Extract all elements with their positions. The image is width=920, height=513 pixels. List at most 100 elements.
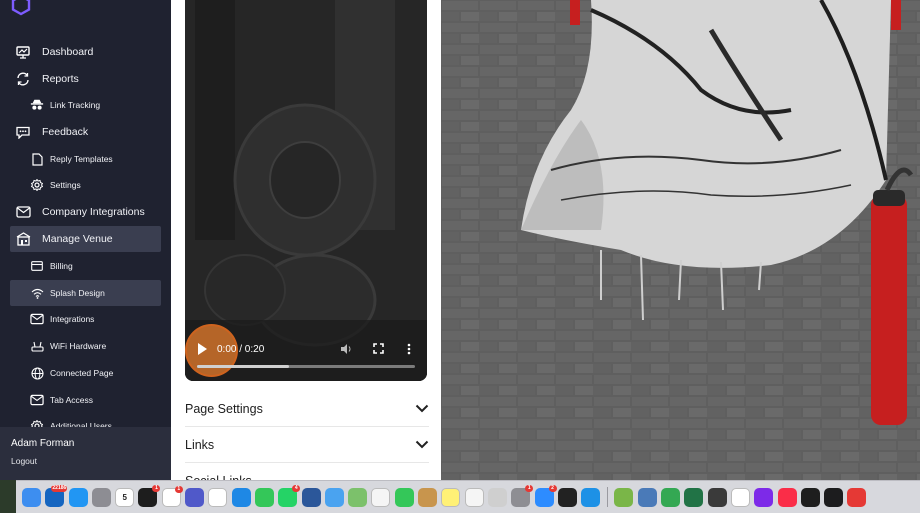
messages-icon[interactable] — [254, 487, 274, 507]
dock-apps: 22186 5 1 1 4 1 2 — [22, 484, 871, 510]
logout-link[interactable]: Logout — [11, 456, 37, 466]
app-store-icon[interactable] — [68, 487, 88, 507]
video-time: 0:00 / 0:20 — [217, 344, 265, 355]
card-icon — [30, 259, 44, 273]
mail-icon — [15, 204, 31, 220]
section-links[interactable]: Links — [185, 427, 429, 463]
sidebar-item-label: Splash Design — [50, 288, 105, 298]
quicktime-icon[interactable] — [824, 487, 844, 507]
system-settings-icon[interactable]: 1 — [511, 484, 534, 507]
sidebar-item-company-integrations[interactable]: Company Integrations — [10, 199, 161, 225]
sidebar-item-label: Link Tracking — [50, 100, 101, 110]
music-icon[interactable] — [777, 487, 797, 507]
photos-icon[interactable] — [371, 487, 391, 507]
maps-icon[interactable] — [348, 487, 368, 507]
chevron-down-icon — [415, 440, 429, 449]
section-title: Links — [185, 437, 215, 452]
venue-icon — [15, 231, 31, 247]
zoom-icon[interactable]: 2 — [534, 484, 557, 507]
sidebar-item-dashboard[interactable]: Dashboard — [10, 39, 161, 65]
screenshot-icon[interactable] — [487, 487, 507, 507]
safari-icon[interactable] — [231, 487, 251, 507]
notification-badge: 1 — [152, 484, 161, 492]
terminal-icon[interactable] — [800, 487, 820, 507]
launchpad-icon[interactable] — [91, 487, 111, 507]
slack-icon[interactable]: 1 — [161, 485, 183, 507]
chevron-down-icon — [415, 404, 429, 413]
mail-icon[interactable] — [324, 487, 344, 507]
excel-icon[interactable] — [684, 487, 704, 507]
sidebar-item-splash-design[interactable]: Splash Design — [10, 280, 161, 306]
todo-icon[interactable] — [847, 487, 867, 507]
sidebar-item-connected-page[interactable]: Connected Page — [10, 360, 161, 386]
volume-icon[interactable] — [340, 343, 352, 358]
sidebar-item-label: Tab Access — [50, 395, 93, 405]
dock-separator — [607, 487, 609, 507]
sidebar-item-settings[interactable]: Settings — [10, 172, 161, 198]
sidebar-item-manage-venue[interactable]: Manage Venue — [10, 226, 161, 252]
sidebar-item-label: Integrations — [50, 314, 95, 324]
sidebar-item-billing[interactable]: Billing — [10, 253, 161, 279]
calculator-icon[interactable] — [707, 487, 727, 507]
sidebar-item-tab-access[interactable]: Tab Access — [10, 387, 161, 413]
chat-icon — [15, 124, 31, 140]
docker-icon[interactable] — [581, 487, 601, 507]
mail-icon — [30, 393, 44, 407]
calendar-date: 5 — [122, 492, 127, 502]
document-icon — [30, 152, 44, 166]
sidebar-item-label: Reply Templates — [50, 154, 113, 164]
section-page-settings[interactable]: Page Settings — [185, 391, 429, 427]
notes-icon[interactable] — [441, 487, 461, 507]
sidebar-item-integrations[interactable]: Integrations — [10, 306, 161, 332]
router-icon — [30, 339, 44, 353]
spark-icon[interactable] — [557, 487, 577, 507]
brand-logo-icon[interactable] — [10, 0, 32, 16]
webex-icon[interactable] — [614, 487, 634, 507]
sidebar-item-label: Billing — [50, 261, 73, 271]
outlook-icon[interactable]: 22186 — [45, 484, 68, 507]
facetime-icon[interactable] — [394, 487, 414, 507]
video-frame — [185, 0, 427, 381]
jira-icon[interactable]: 1 — [138, 484, 161, 507]
macos-dock: 22186 5 1 1 4 1 2 — [16, 480, 920, 513]
video-progress-fill — [197, 365, 289, 368]
video-progress-bar[interactable] — [197, 365, 415, 368]
play-icon[interactable] — [197, 343, 207, 358]
video-player[interactable]: 0:00 / 0:20 — [185, 0, 427, 381]
graffiti-wall-image — [441, 0, 920, 480]
teams-icon[interactable] — [185, 487, 205, 507]
notes-brown-icon[interactable] — [418, 487, 438, 507]
reminders-icon[interactable] — [464, 487, 484, 507]
sidebar-item-label: Feedback — [42, 126, 89, 138]
word-icon[interactable] — [301, 487, 321, 507]
sidebar: Dashboard Reports Link Tracking Feedback Rep… — [0, 0, 171, 480]
user-name: Adam Forman — [11, 438, 75, 449]
mail-icon — [30, 312, 44, 326]
calendar-icon[interactable]: 5 — [115, 487, 135, 507]
sidebar-item-reply-templates[interactable]: Reply Templates — [10, 146, 161, 172]
sidebar-item-label: Dashboard — [42, 46, 94, 58]
chrome-icon[interactable] — [208, 487, 228, 507]
sidebar-item-link-tracking[interactable]: Link Tracking — [10, 92, 161, 118]
splash-preview-image — [441, 0, 920, 480]
sidebar-item-label: WiFi Hardware — [50, 341, 107, 351]
fullscreen-icon[interactable] — [373, 343, 384, 357]
sidebar-item-label: Connected Page — [50, 368, 114, 378]
whatsapp-icon[interactable]: 4 — [278, 484, 301, 507]
globe-icon — [30, 366, 44, 380]
sidebar-item-label: Reports — [42, 73, 79, 85]
preview-icon[interactable] — [637, 487, 657, 507]
notification-badge: 1 — [525, 484, 534, 492]
finder-icon[interactable] — [22, 487, 41, 507]
editor-panel: 0:00 / 0:20 Page Settings Links — [171, 0, 441, 488]
numbers-icon[interactable] — [661, 487, 681, 507]
sidebar-item-reports[interactable]: Reports — [10, 66, 161, 92]
more-options-icon[interactable] — [407, 343, 411, 358]
sidebar-item-wifi-hardware[interactable]: WiFi Hardware — [10, 333, 161, 359]
sidebar-item-feedback[interactable]: Feedback — [10, 119, 161, 145]
desktop-background — [0, 480, 16, 513]
canva-icon[interactable] — [754, 487, 774, 507]
vectornator-icon[interactable] — [730, 487, 750, 507]
sidebar-item-label: Settings — [50, 180, 81, 190]
notification-badge: 1 — [174, 485, 183, 493]
